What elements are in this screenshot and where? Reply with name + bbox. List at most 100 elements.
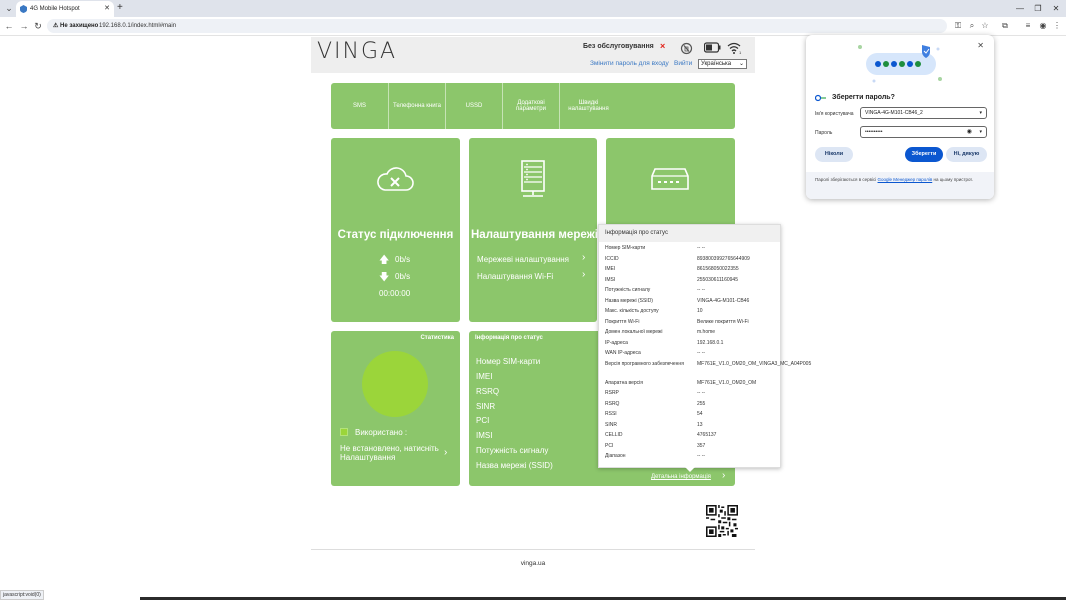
status-info-heading: Інформація про статус (475, 335, 543, 341)
logout-link[interactable]: Вийти (674, 60, 692, 67)
popup-row-value: 255030611160945 (697, 277, 738, 283)
no-sim-icon (680, 42, 693, 55)
chevron-down-icon: ⌄ (738, 61, 744, 67)
svg-text:1: 1 (739, 50, 742, 54)
popup-row-value: -- -- (697, 390, 706, 396)
statistics-heading: Статистика (420, 335, 454, 341)
list-item: Назва мережі (SSID) (476, 461, 553, 470)
never-button[interactable]: Ніколи (815, 147, 853, 162)
connection-status-tile[interactable]: Статус підключення 🡅 0b/s 🡇 0b/s 00:00:0… (331, 138, 460, 322)
list-item: PCI (476, 416, 490, 425)
detail-info-link[interactable]: Детальна інформація (651, 474, 711, 480)
zoom-icon[interactable]: ⌕ (966, 20, 978, 32)
tab-close-icon[interactable]: ✕ (104, 1, 110, 17)
popup-row-key: Діапазон (605, 453, 626, 459)
list-item: Потужність сигналу (476, 446, 549, 455)
popup-row-key: Номер SIM-карти (605, 245, 646, 251)
tab-search-icon[interactable]: ⌄ (3, 2, 15, 14)
language-select[interactable]: Українська ⌄ (698, 59, 747, 69)
network-settings-link[interactable]: Мережеві налаштування (477, 255, 569, 264)
password-key-icon[interactable]: ⚿ (952, 20, 964, 32)
router-device-icon (651, 168, 689, 190)
list-item: Номер SIM-карти (476, 357, 541, 366)
used-label: Використано : (355, 428, 408, 437)
back-icon[interactable]: ← (2, 19, 16, 33)
popup-row-key: Потужність сигналу (605, 287, 651, 293)
router-header: VINGA Без обслуговування × 1 Змінити пар… (311, 37, 755, 73)
save-password-title: Зберегти пароль? (832, 94, 895, 101)
popup-row-key: IMEI (605, 266, 616, 272)
popup-row-key: RSRQ (605, 401, 620, 407)
connection-time: 00:00:00 (379, 289, 411, 298)
window-close-icon[interactable]: ✕ (1047, 0, 1065, 17)
battery-icon (704, 42, 721, 53)
chevron-down-icon[interactable]: ▾ (979, 127, 982, 137)
no-service-icon: × (660, 41, 666, 51)
wifi-settings-link[interactable]: Налаштування Wi-Fi (477, 272, 553, 281)
eye-icon[interactable]: ◉ (967, 127, 972, 137)
popup-row-value: -- -- (697, 245, 706, 251)
data-limit-not-set[interactable]: Не встановлено, натисніть Налаштування (340, 444, 450, 462)
popup-row-key: IMSI (605, 277, 616, 283)
cloud-disconnected-icon (377, 167, 414, 191)
save-button[interactable]: Зберегти (905, 147, 943, 162)
popup-row-key: SINR (605, 422, 617, 428)
chevron-right-icon: › (582, 269, 586, 280)
network-settings-tile[interactable]: Налаштування мережі Мережеві налаштуванн… (469, 138, 598, 322)
forward-icon[interactable]: → (17, 19, 31, 33)
change-password-link[interactable]: Змінити пароль для входу (590, 60, 669, 67)
url-input[interactable]: ⚠ Не захищено 192.168.0.1/index.html#mai… (47, 19, 947, 33)
nav-advanced[interactable]: Додаткові параметри (503, 83, 560, 129)
list-item: RSRQ (476, 387, 500, 396)
security-warning[interactable]: ⚠ Не захищено (53, 19, 98, 33)
popup-row-value: 861568050022355 (697, 266, 739, 272)
reload-icon[interactable]: ↻ (31, 19, 45, 33)
new-tab-button[interactable]: + (117, 1, 123, 15)
statistics-tile[interactable]: Статистика Використано : Не встановлено,… (331, 331, 460, 486)
password-manager-link[interactable]: Google Менеджер паролів (878, 177, 933, 182)
menu-icon[interactable]: ⋮ (1051, 20, 1063, 32)
bookmark-star-icon[interactable]: ☆ (979, 20, 991, 32)
close-icon[interactable]: ✕ (977, 41, 984, 50)
download-speed: 0b/s (395, 272, 411, 281)
popup-row-value: 357 (697, 443, 706, 449)
popup-row-key: Макс. кількість доступу (605, 308, 659, 314)
status-info-popup: Інформація про статус Номер SIM-карти -- … (598, 224, 812, 468)
popup-row-value: -- -- (697, 350, 706, 356)
server-icon (521, 160, 545, 197)
popup-row-value: Велике покриття Wi-Fi (697, 319, 749, 325)
usage-chart-circle (362, 351, 428, 417)
maximize-icon[interactable]: ❐ (1029, 0, 1047, 17)
popup-row-value: MF761E_V1.0_OM20_OM_VINGA3_MC_A04P005 (697, 361, 812, 367)
nav-sms[interactable]: SMS (331, 83, 389, 129)
save-password-dialog: ✕ Зберегти пароль? Ім'я користувача VING… (806, 35, 994, 199)
password-field[interactable]: •••••••••• ◉ ▾ (860, 126, 987, 138)
popup-row-value: 13 (697, 422, 703, 428)
used-legend-box (340, 428, 348, 436)
extensions-icon[interactable]: ⧉ (999, 20, 1011, 32)
profile-icon[interactable]: ◉ (1037, 20, 1049, 32)
vinga-logo: VINGA (317, 39, 398, 64)
main-nav: SMS Телефонна книга USSD Додаткові парам… (331, 83, 735, 129)
password-note: Паролі зберігаються в сервісі Google Мен… (806, 172, 994, 199)
password-value: •••••••••• (865, 129, 883, 135)
chevron-right-icon: › (582, 252, 586, 263)
google-password-manager-icon (815, 94, 826, 102)
browser-tab[interactable]: 4G Mobile Hotspot ✕ (16, 1, 114, 17)
username-field[interactable]: VINGA-4G-M101-CB46_2 ▾ (860, 107, 987, 119)
reading-list-icon[interactable]: ≡ (1022, 20, 1034, 32)
nav-phonebook[interactable]: Телефонна книга (389, 83, 446, 129)
popup-row-key: CELLID (605, 432, 623, 438)
browser-status-bar: javascript:void(0) (0, 590, 44, 600)
popup-row-value: VINGA-4G-M101-CB46 (697, 298, 750, 304)
nav-ussd[interactable]: USSD (446, 83, 503, 129)
no-thanks-button[interactable]: Ні, дякую (946, 147, 987, 162)
minimize-icon[interactable]: — (1011, 0, 1029, 17)
popup-row-key: RSSI (605, 411, 617, 417)
username-value: VINGA-4G-M101-CB46_2 (865, 110, 923, 116)
network-settings-title: Налаштування мережі (471, 229, 598, 241)
list-item: IMSI (476, 431, 493, 440)
nav-quick-setup[interactable]: Швидкі налаштування (560, 83, 617, 129)
chevron-down-icon[interactable]: ▾ (979, 108, 982, 118)
popup-row-key: PCI (605, 443, 614, 449)
